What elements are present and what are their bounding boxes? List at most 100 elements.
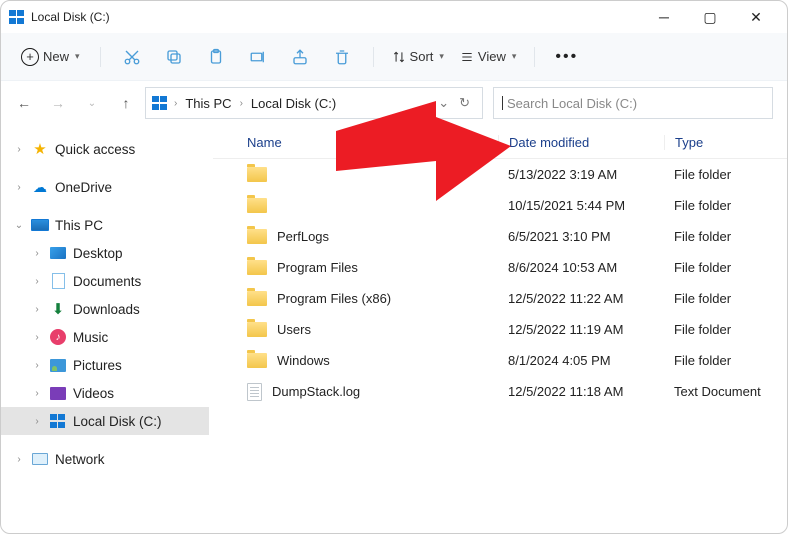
sidebar-item-desktop[interactable]: › Desktop [1,239,209,267]
music-icon: ♪ [49,328,67,346]
chevron-down-icon: ▾ [512,51,517,62]
chevron-right-icon[interactable]: › [31,360,43,371]
navigation-row: ← → ⌄ ↑ › This PC › Local Disk (C:) ⌄ ↻ … [1,81,787,125]
file-date: 12/5/2022 11:19 AM [498,322,664,337]
sidebar-label: Desktop [73,246,123,261]
cloud-icon: ☁ [31,178,49,196]
folder-icon [247,198,267,213]
chevron-right-icon[interactable]: › [31,248,43,259]
file-date: 12/5/2022 11:18 AM [498,384,664,399]
chevron-down-icon: ▾ [439,51,444,62]
address-bar[interactable]: › This PC › Local Disk (C:) ⌄ ↻ [145,87,483,119]
file-explorer-window: Local Disk (C:) ─ ▢ ✕ + New ▾ Sort ▾ Vie… [0,0,788,534]
search-placeholder: Search Local Disk (C:) [507,96,637,111]
breadcrumb-segment[interactable]: Local Disk (C:) [247,96,340,111]
sidebar-label: Downloads [73,302,140,317]
file-date: 10/15/2021 5:44 PM [498,198,664,213]
sidebar-item-onedrive[interactable]: › ☁ OneDrive [1,173,209,201]
sidebar-label: Videos [73,386,114,401]
sidebar-item-documents[interactable]: › Documents [1,267,209,295]
sidebar-label: Music [73,330,108,345]
rename-button[interactable] [241,41,275,73]
close-button[interactable]: ✕ [733,1,779,33]
more-button[interactable]: ••• [549,48,584,66]
file-date: 8/1/2024 4:05 PM [498,353,664,368]
file-row[interactable]: 10/15/2021 5:44 PMFile folder [213,190,787,221]
column-header-type[interactable]: Type [664,135,787,150]
search-box[interactable]: Search Local Disk (C:) [493,87,773,119]
chevron-right-icon[interactable]: › [31,416,43,427]
file-icon [247,383,262,401]
sidebar-item-pictures[interactable]: › Pictures [1,351,209,379]
breadcrumb-segment[interactable]: This PC [181,96,235,111]
refresh-button[interactable]: ↻ [459,95,470,111]
chevron-right-icon: › [238,98,245,109]
file-type: File folder [664,198,787,213]
sidebar-item-videos[interactable]: › Videos [1,379,209,407]
chevron-right-icon[interactable]: › [31,276,43,287]
sidebar-item-quick-access[interactable]: › ★ Quick access [1,135,209,163]
new-label: New [43,49,69,64]
command-bar: + New ▾ Sort ▾ View ▾ ••• [1,33,787,81]
column-headers: Name Date modified Type [213,125,787,159]
share-button[interactable] [283,41,317,73]
column-header-date[interactable]: Date modified [498,135,664,150]
divider [100,47,101,67]
chevron-right-icon[interactable]: › [13,144,25,155]
folder-icon [247,260,267,275]
desktop-icon [49,244,67,262]
sidebar-item-downloads[interactable]: › ⬇ Downloads [1,295,209,323]
new-button[interactable]: + New ▾ [15,44,86,70]
sort-button[interactable]: Sort ▾ [388,49,448,64]
chevron-right-icon[interactable]: › [31,388,43,399]
file-type: Text Document [664,384,787,399]
sidebar-item-music[interactable]: › ♪ Music [1,323,209,351]
file-row[interactable]: Program Files (x86)12/5/2022 11:22 AMFil… [213,283,787,314]
file-row[interactable]: DumpStack.log 12/5/2022 11:18 AMText Docu… [213,376,787,407]
file-date: 5/13/2022 3:19 AM [498,167,664,182]
file-name: DumpStack.log [272,384,360,399]
chevron-right-icon[interactable]: › [13,454,25,465]
back-button[interactable]: ← [15,95,33,111]
download-icon: ⬇ [49,300,67,318]
file-name: Windows [277,353,330,368]
up-button[interactable]: ↑ [117,95,135,111]
sidebar-item-local-disk[interactable]: › Local Disk (C:) [1,407,209,435]
file-row[interactable]: Users12/5/2022 11:19 AMFile folder [213,314,787,345]
file-row[interactable]: PerfLogs6/5/2021 3:10 PMFile folder [213,221,787,252]
maximize-button[interactable]: ▢ [687,1,733,33]
forward-button[interactable]: → [49,95,67,111]
network-icon [31,450,49,468]
sort-label: Sort [410,49,434,64]
paste-button[interactable] [199,41,233,73]
sidebar-item-network[interactable]: › Network [1,445,209,473]
delete-button[interactable] [325,41,359,73]
chevron-right-icon[interactable]: › [13,182,25,193]
minimize-button[interactable]: ─ [641,1,687,33]
pictures-icon [49,356,67,374]
chevron-right-icon: › [172,98,179,109]
recent-dropdown[interactable]: ⌄ [83,98,101,109]
file-name: PerfLogs [277,229,329,244]
file-name: Program Files [277,260,358,275]
sidebar-label: Pictures [73,358,122,373]
chevron-down-icon[interactable]: ⌄ [13,220,25,231]
drive-icon [152,96,168,110]
address-dropdown-icon[interactable]: ⌄ [438,95,449,111]
cut-button[interactable] [115,41,149,73]
view-button[interactable]: View ▾ [456,49,520,64]
file-type: File folder [664,353,787,368]
chevron-right-icon[interactable]: › [31,332,43,343]
file-row[interactable]: 5/13/2022 3:19 AMFile folder [213,159,787,190]
document-icon [49,272,67,290]
file-row[interactable]: Windows 8/1/2024 4:05 PMFile folder [213,345,787,376]
plus-icon: + [21,48,39,66]
file-row[interactable]: Program Files8/6/2024 10:53 AMFile folde… [213,252,787,283]
chevron-right-icon[interactable]: › [31,304,43,315]
copy-button[interactable] [157,41,191,73]
file-type: File folder [664,260,787,275]
file-type: File folder [664,167,787,182]
column-header-name[interactable]: Name [213,135,498,150]
file-type: File folder [664,322,787,337]
sidebar-item-this-pc[interactable]: ⌄ This PC [1,211,209,239]
